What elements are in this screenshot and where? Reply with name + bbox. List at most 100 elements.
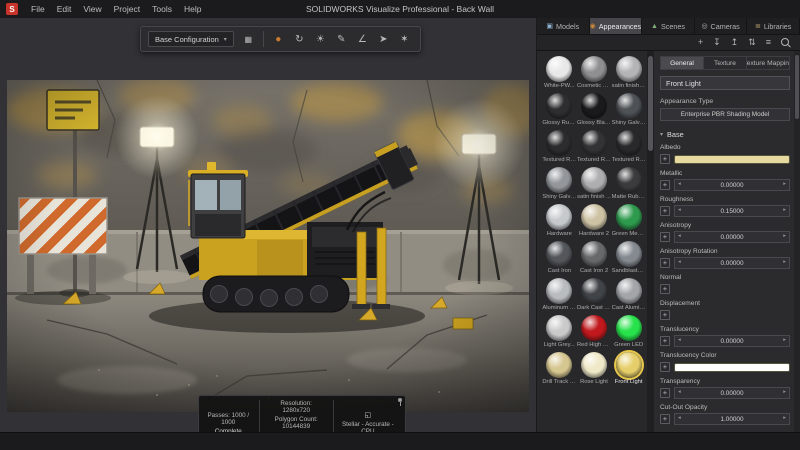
transparency-add-texture-button[interactable]: +	[660, 388, 670, 398]
albedo-color-swatch[interactable]	[674, 155, 790, 164]
sort-icon[interactable]: ⇅	[748, 38, 756, 47]
configuration-dropdown[interactable]: Base Configuration ▾	[148, 31, 234, 47]
appearance-thumbnail[interactable]: satin finish ...	[578, 167, 611, 200]
anisotropy-rotation-add-texture-button[interactable]: +	[660, 258, 670, 268]
appearance-thumbnail[interactable]: White-PW...	[543, 56, 576, 89]
roughness-add-texture-button[interactable]: +	[660, 206, 670, 216]
albedo-add-texture-button[interactable]: +	[660, 154, 670, 164]
appearance-thumbnail[interactable]: Green Medi...	[612, 204, 645, 237]
appearance-thumbnail[interactable]: Shiny Galva...	[612, 93, 645, 126]
stepper-left-arrow-icon[interactable]: ◂	[678, 416, 681, 422]
displacement-add-texture-button[interactable]: +	[660, 310, 670, 320]
orbit-icon[interactable]: ↻	[291, 31, 308, 48]
stepper-right-arrow-icon[interactable]: ▸	[783, 208, 786, 214]
appearance-thumbnail[interactable]: Rose Light	[578, 352, 611, 385]
appearance-thumbnail[interactable]: Glossy Black...	[578, 93, 611, 126]
tab-libraries[interactable]: ≣Libraries	[747, 18, 800, 34]
appearance-thumbnail[interactable]: Cosmetic Th...	[578, 56, 611, 89]
menu-tools[interactable]: Tools	[146, 2, 178, 16]
appearance-thumbnail[interactable]: Aluminum F...	[543, 278, 576, 311]
stepper-left-arrow-icon[interactable]: ◂	[678, 390, 681, 396]
measure-icon[interactable]: ∠	[354, 31, 371, 48]
stepper-left-arrow-icon[interactable]: ◂	[678, 234, 681, 240]
anisotropy-add-texture-button[interactable]: +	[660, 232, 670, 242]
translucency-color-color-swatch[interactable]	[674, 363, 790, 372]
appearance-thumbnail[interactable]: satin finish s...	[612, 56, 645, 89]
appearance-thumbnail[interactable]: Green LED	[612, 315, 645, 348]
menu-file[interactable]: File	[25, 2, 51, 16]
cut-out-opacity-stepper[interactable]: ◂1.00000▸	[674, 413, 790, 425]
scrollbar-thumb[interactable]	[648, 56, 653, 151]
appearance-thumbnail[interactable]: Glossy Rub...	[543, 93, 576, 126]
selected-appearance-field[interactable]: Front Light	[660, 76, 790, 90]
menu-edit[interactable]: Edit	[51, 2, 78, 16]
appearance-thumbnail[interactable]: Matte Rubb...	[612, 167, 645, 200]
effects-icon[interactable]: ✶	[396, 31, 413, 48]
stepper-right-arrow-icon[interactable]: ▸	[783, 182, 786, 188]
scrollbar-thumb[interactable]	[795, 55, 799, 119]
appearance-thumbnail[interactable]: Sandblasted...	[612, 241, 645, 274]
appearance-thumbnail[interactable]: Hardware	[543, 204, 576, 237]
appearance-thumbnail[interactable]: Cast Iron 2	[578, 241, 611, 274]
anisotropy-stepper[interactable]: ◂0.00000▸	[674, 231, 790, 243]
tab-appearances[interactable]: ◉Appearances	[590, 18, 643, 34]
config-grid-icon[interactable]: ▦	[240, 31, 257, 48]
metallic-add-texture-button[interactable]: +	[660, 180, 670, 190]
base-section-header[interactable]: ▾ Base	[660, 130, 790, 139]
appearance-thumbnail[interactable]: Cast Alumin...	[612, 278, 645, 311]
menu-project[interactable]: Project	[108, 2, 146, 16]
stepper-left-arrow-icon[interactable]: ◂	[678, 338, 681, 344]
material-ball-icon[interactable]: ●	[270, 31, 287, 48]
appearance-thumbnail[interactable]: Dark Cast Al...	[578, 278, 611, 311]
export-icon[interactable]: ↥	[731, 38, 739, 47]
appearance-thumbnail[interactable]: Textured Ru...	[543, 130, 576, 163]
properties-scrollbar[interactable]	[794, 51, 800, 432]
stepper-right-arrow-icon[interactable]: ▸	[783, 416, 786, 422]
tab-cameras[interactable]: ◎Cameras	[695, 18, 748, 34]
stepper-right-arrow-icon[interactable]: ▸	[783, 390, 786, 396]
appearance-thumbnail[interactable]: Cast Iron	[543, 241, 576, 274]
tab-scenes[interactable]: ▲Scenes	[642, 18, 695, 34]
transparency-stepper[interactable]: ◂0.00000▸	[674, 387, 790, 399]
pointer-icon[interactable]: ➤	[375, 31, 392, 48]
sun-icon[interactable]: ☀	[312, 31, 329, 48]
menu-view[interactable]: View	[77, 2, 107, 16]
menu-help[interactable]: Help	[178, 2, 207, 16]
viewport-3d[interactable]: Base Configuration ▾ ▦ ●↻☀✎∠➤✶ Passes: 1…	[0, 18, 537, 432]
normal-add-texture-button[interactable]: +	[660, 284, 670, 294]
tab-models[interactable]: ▣Models	[537, 18, 590, 34]
subtab-texture[interactable]: Texture	[704, 57, 747, 69]
paint-icon[interactable]: ✎	[333, 31, 350, 48]
search-icon[interactable]	[781, 38, 791, 48]
add-icon[interactable]: +	[698, 38, 703, 47]
appearance-thumbnail[interactable]: Drill Track C...	[543, 352, 576, 385]
appearance-thumbnail[interactable]: Light Grey...	[543, 315, 576, 348]
appearance-thumbnail[interactable]: Textured Ru...	[578, 130, 611, 163]
translucency-stepper[interactable]: ◂0.00000▸	[674, 335, 790, 347]
stepper-left-arrow-icon[interactable]: ◂	[678, 260, 681, 266]
stepper-right-arrow-icon[interactable]: ▸	[783, 338, 786, 344]
appearance-thumbnail[interactable]: Shiny Galva...	[543, 167, 576, 200]
stepper-left-arrow-icon[interactable]: ◂	[678, 182, 681, 188]
subtab-texture-mapping[interactable]: Texture Mapping	[747, 57, 789, 69]
stepper-right-arrow-icon[interactable]: ▸	[783, 260, 786, 266]
anisotropy-rotation-stepper[interactable]: ◂0.00000▸	[674, 257, 790, 269]
appearance-thumbnail[interactable]: Front Light	[612, 352, 645, 385]
filter-icon[interactable]: ≡	[766, 38, 771, 47]
appearance-scrollbar[interactable]	[647, 51, 654, 432]
stepper-left-arrow-icon[interactable]: ◂	[678, 208, 681, 214]
appearance-thumbnail[interactable]: Textured Ru...	[612, 130, 645, 163]
cut-out-opacity-add-texture-button[interactable]: +	[660, 414, 670, 424]
roughness-stepper[interactable]: ◂0.15000▸	[674, 205, 790, 217]
appearance-thumbnail[interactable]: Hardware 2	[578, 204, 611, 237]
roughness-label: Roughness	[660, 196, 790, 203]
import-icon[interactable]: ↧	[713, 38, 721, 47]
appearance-type-dropdown[interactable]: Enterprise PBR Shading Model	[660, 108, 790, 121]
pin-icon[interactable]	[396, 398, 403, 405]
translucency-color-add-texture-button[interactable]: +	[660, 362, 670, 372]
metallic-stepper[interactable]: ◂0.00000▸	[674, 179, 790, 191]
stepper-right-arrow-icon[interactable]: ▸	[783, 234, 786, 240]
appearance-thumbnail[interactable]: Red High Gl...	[578, 315, 611, 348]
translucency-add-texture-button[interactable]: +	[660, 336, 670, 346]
subtab-general[interactable]: General	[661, 57, 704, 69]
